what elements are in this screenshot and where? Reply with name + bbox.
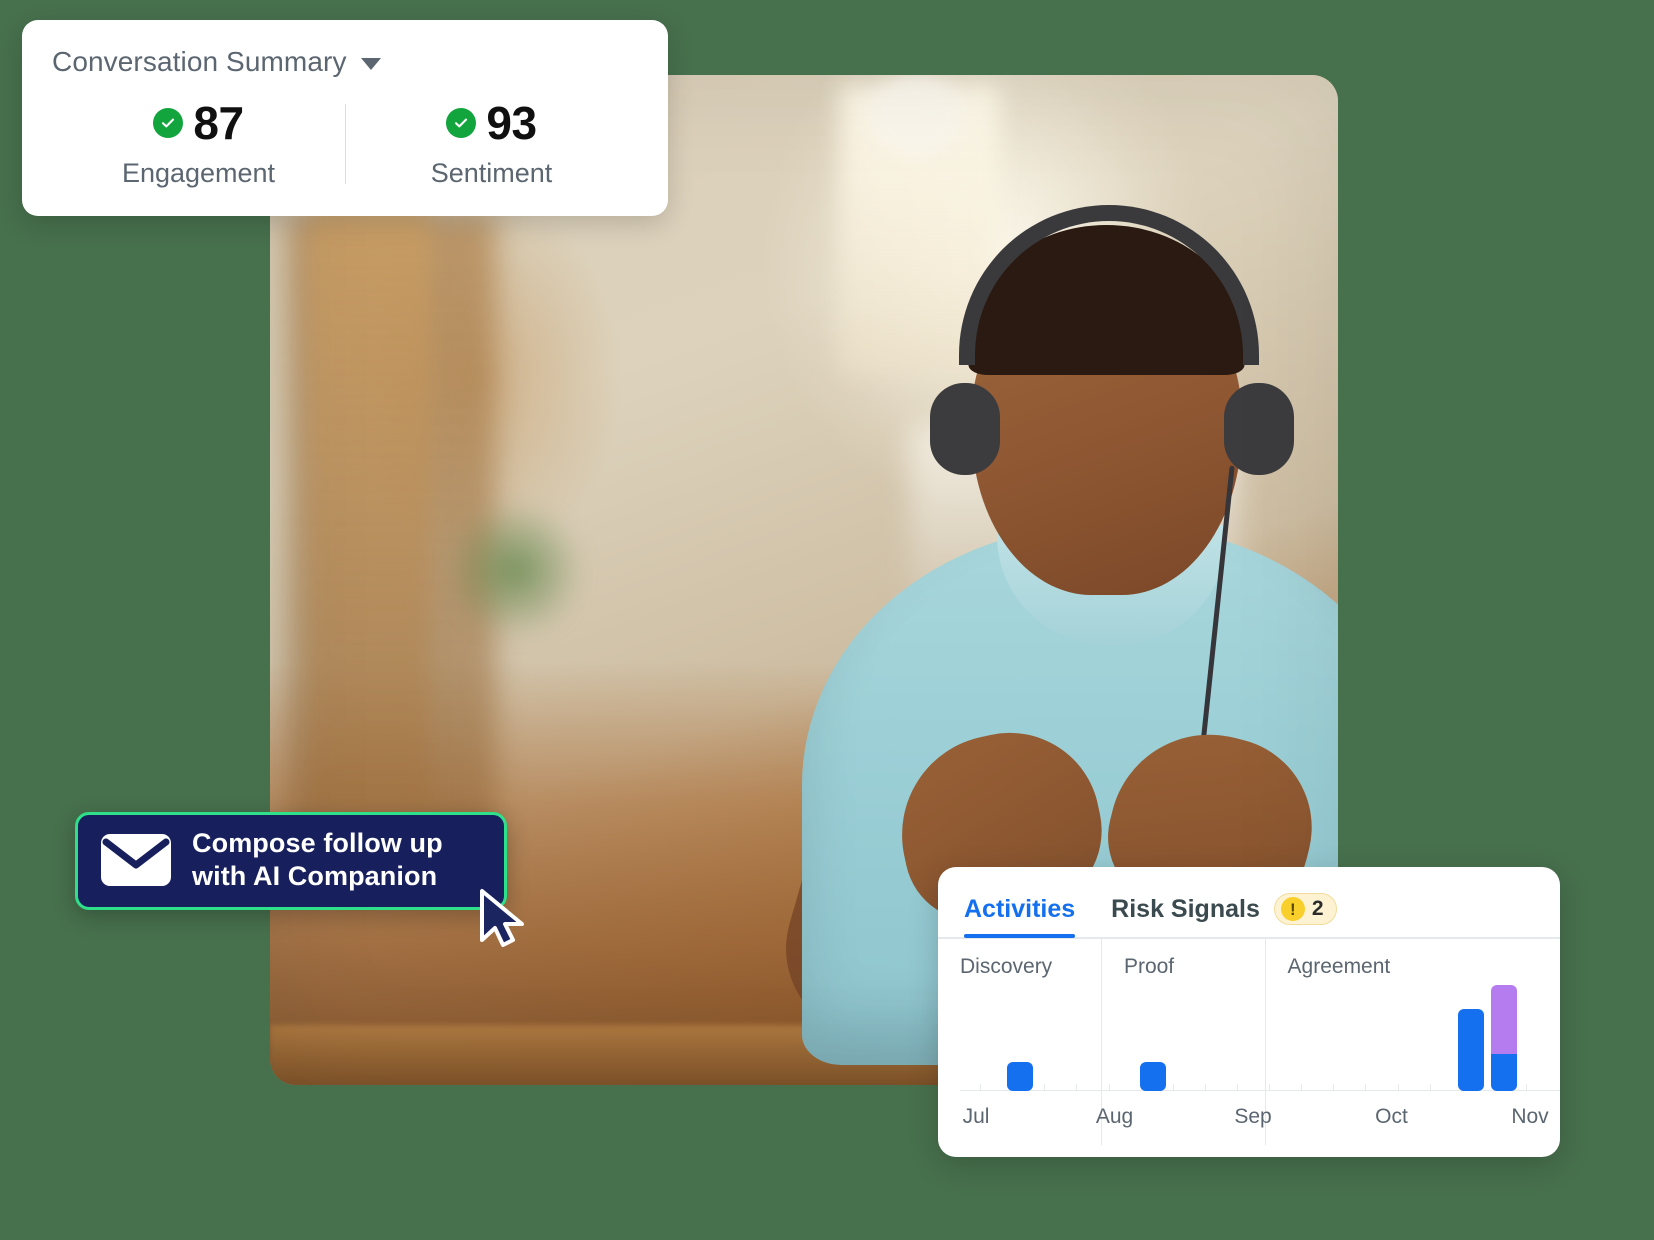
compose-follow-up-button[interactable]: Compose follow up with AI Companion bbox=[75, 812, 507, 910]
mouse-pointer-icon bbox=[480, 889, 524, 947]
stage-label: Discovery bbox=[960, 955, 1053, 978]
metrics-row: 87 Engagement 93 Sentiment bbox=[52, 100, 638, 189]
warning-icon: ! bbox=[1280, 897, 1305, 921]
risk-signals-count: 2 bbox=[1311, 897, 1324, 920]
metric-engagement-value: 87 bbox=[193, 97, 244, 149]
check-circle-icon bbox=[446, 108, 477, 138]
conversation-summary-header[interactable]: Conversation Summary bbox=[52, 46, 638, 78]
compose-line-1: Compose follow up bbox=[192, 828, 443, 858]
metric-sentiment-label: Sentiment bbox=[430, 158, 553, 188]
activities-panel: Activities Risk Signals ! 2 Discovery Pro… bbox=[938, 867, 1560, 1157]
stage-label: Proof bbox=[1123, 955, 1175, 978]
metric-sentiment-top: 93 bbox=[345, 100, 638, 146]
compose-line-2: with AI Companion bbox=[192, 860, 438, 891]
tab-activities[interactable]: Activities bbox=[964, 895, 1076, 938]
compose-follow-up-label: Compose follow up with AI Companion bbox=[192, 827, 443, 893]
screen-root: Conversation Summary 87 Engagement 93 Se… bbox=[0, 0, 1654, 1240]
x-axis-label-oct: Oct bbox=[1375, 1105, 1408, 1128]
x-axis-label-nov: Nov bbox=[1511, 1105, 1549, 1128]
tab-risk-signals[interactable]: Risk Signals bbox=[1111, 895, 1260, 938]
metric-engagement-label: Engagement bbox=[121, 158, 276, 188]
tab-risk-signals-group[interactable]: Risk Signals ! 2 bbox=[1111, 893, 1337, 939]
x-axis-label-aug: Aug bbox=[1095, 1105, 1134, 1128]
metric-engagement-top: 87 bbox=[52, 100, 345, 146]
envelope-icon bbox=[101, 833, 171, 886]
conversation-summary-card: Conversation Summary 87 Engagement 93 Se… bbox=[22, 20, 668, 216]
conversation-summary-title: Conversation Summary bbox=[52, 46, 347, 77]
check-circle-icon bbox=[153, 108, 184, 138]
x-axis-label-sep: Sep bbox=[1234, 1105, 1272, 1128]
x-axis-label-jul: Jul bbox=[962, 1105, 990, 1128]
x-axis-labels: Jul Aug Sep Oct Nov bbox=[938, 1105, 1560, 1131]
stage-label: Agreement bbox=[1287, 955, 1391, 978]
panel-tabs: Activities Risk Signals ! 2 bbox=[938, 867, 1560, 939]
metric-engagement: 87 Engagement bbox=[52, 100, 345, 189]
metric-sentiment-value: 93 bbox=[486, 97, 537, 149]
risk-signals-badge[interactable]: ! 2 bbox=[1273, 893, 1337, 925]
metric-sentiment: 93 Sentiment bbox=[345, 100, 638, 189]
chevron-down-icon[interactable] bbox=[360, 58, 381, 70]
pipeline-stage-chart: Discovery Proof Agreement Jul Aug Sep Oct Nov bbox=[938, 939, 1560, 1145]
